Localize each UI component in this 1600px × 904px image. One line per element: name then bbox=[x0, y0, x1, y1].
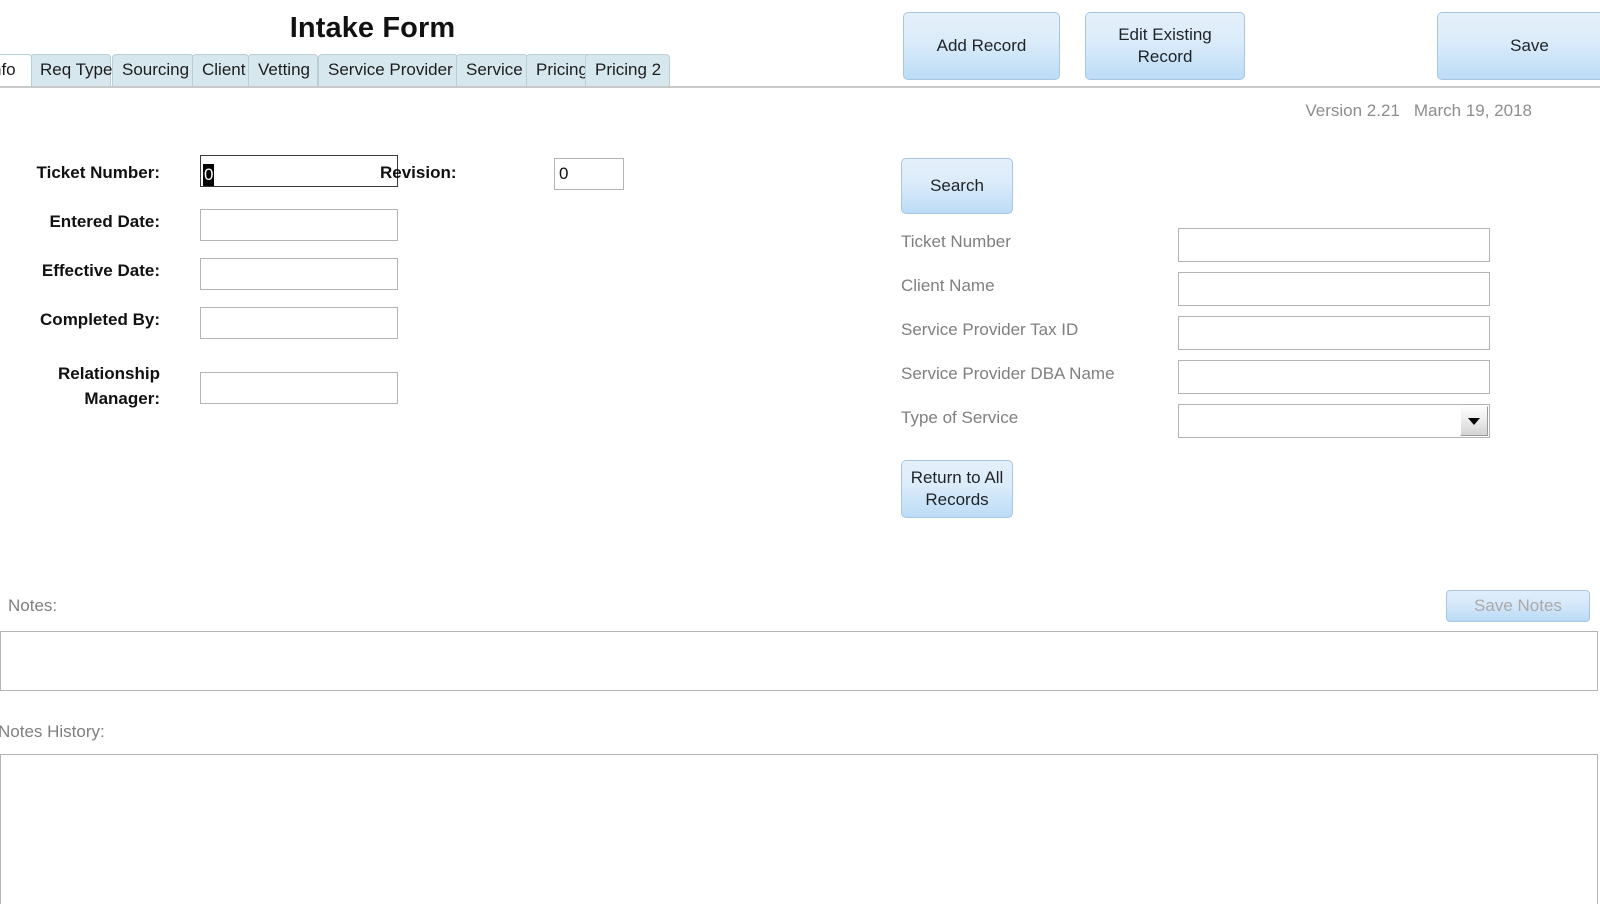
page-title: Intake Form bbox=[289, 12, 456, 44]
effective-date-input[interactable] bbox=[200, 258, 398, 290]
relationship-manager-label-line2: Manager: bbox=[84, 389, 160, 408]
search-row-ticket-number: Ticket Number bbox=[901, 228, 1600, 262]
tab-label: nfo bbox=[0, 60, 16, 79]
tab-pricing[interactable]: Pricing bbox=[526, 54, 592, 86]
tab-service[interactable]: Service bbox=[456, 54, 528, 86]
tab-label: Req Type bbox=[40, 60, 113, 79]
chevron-down-icon[interactable] bbox=[1460, 406, 1488, 436]
tab-service-provider[interactable]: Service Provider bbox=[318, 54, 458, 86]
search-row-tax-id: Service Provider Tax ID bbox=[901, 316, 1600, 350]
tab-label: Service Provider bbox=[328, 60, 453, 79]
save-notes-button[interactable]: Save Notes bbox=[1446, 590, 1590, 622]
tab-sourcing[interactable]: Sourcing bbox=[112, 54, 194, 86]
entered-date-label: Entered Date: bbox=[49, 212, 160, 231]
search-type-of-service-select[interactable] bbox=[1178, 404, 1490, 438]
tab-label: Service bbox=[466, 60, 523, 79]
tab-pricing-2[interactable]: Pricing 2 bbox=[585, 54, 670, 86]
effective-date-label: Effective Date: bbox=[41, 261, 160, 280]
tabstrip: nfo Req Type Sourcing Client Vetting Service … bbox=[0, 54, 1600, 88]
search-row-type-of-service: Type of Service bbox=[901, 404, 1600, 438]
search-client-name-input[interactable] bbox=[1178, 272, 1490, 306]
tab-label: Pricing 2 bbox=[595, 60, 662, 79]
notes-history-box[interactable] bbox=[0, 754, 1598, 904]
search-button[interactable]: Search bbox=[901, 158, 1013, 214]
completed-by-label: Completed By: bbox=[40, 310, 160, 329]
relationship-manager-input[interactable] bbox=[200, 372, 398, 404]
tab-nfo[interactable]: nfo bbox=[0, 54, 32, 86]
tab-label: Pricing bbox=[536, 60, 588, 79]
search-service-provider-dba-name-input[interactable] bbox=[1178, 360, 1490, 394]
search-service-provider-tax-id-label: Service Provider Tax ID bbox=[901, 320, 1079, 339]
relationship-manager-label: Relationship Manager: bbox=[0, 361, 160, 411]
ticket-number-label: Ticket Number: bbox=[36, 163, 160, 182]
search-row-client-name: Client Name bbox=[901, 272, 1600, 306]
version-date: March 19, 2018 bbox=[1413, 101, 1532, 120]
search-panel: Search Ticket Number Client Name Service… bbox=[880, 150, 1600, 530]
tab-client[interactable]: Client bbox=[192, 54, 249, 86]
tab-label: Sourcing bbox=[122, 60, 190, 79]
notes-input[interactable] bbox=[0, 631, 1598, 691]
revision-label: Revision: bbox=[380, 163, 457, 182]
tab-label: Client bbox=[202, 60, 246, 79]
relationship-manager-label-line1: Relationship bbox=[57, 364, 160, 383]
tab-req-type[interactable]: Req Type bbox=[30, 54, 113, 86]
search-ticket-number-input[interactable] bbox=[1178, 228, 1490, 262]
notes-label: Notes: bbox=[8, 596, 58, 615]
search-row-dba-name: Service Provider DBA Name bbox=[901, 360, 1600, 394]
intake-form-fields: Ticket Number: Entered Date: Effective D… bbox=[0, 140, 700, 430]
search-service-provider-tax-id-input[interactable] bbox=[1178, 316, 1490, 350]
notes-history-label: Notes History: bbox=[0, 722, 105, 741]
search-type-of-service-label: Type of Service bbox=[901, 408, 1019, 427]
search-client-name-label: Client Name bbox=[901, 276, 995, 295]
entered-date-input[interactable] bbox=[200, 209, 398, 241]
version-number: Version 2.21 bbox=[1305, 101, 1400, 120]
version-info: Version 2.21 March 19, 2018 bbox=[1305, 101, 1532, 121]
completed-by-input[interactable] bbox=[200, 307, 398, 339]
search-service-provider-dba-name-label: Service Provider DBA Name bbox=[901, 364, 1115, 383]
ticket-number-input[interactable] bbox=[200, 155, 398, 187]
tab-vetting[interactable]: Vetting bbox=[248, 54, 318, 86]
return-to-all-records-button[interactable]: Return to All Records bbox=[901, 460, 1013, 518]
tab-label: Vetting bbox=[258, 60, 310, 79]
revision-input[interactable] bbox=[554, 158, 624, 190]
search-ticket-number-label: Ticket Number bbox=[901, 232, 1011, 251]
